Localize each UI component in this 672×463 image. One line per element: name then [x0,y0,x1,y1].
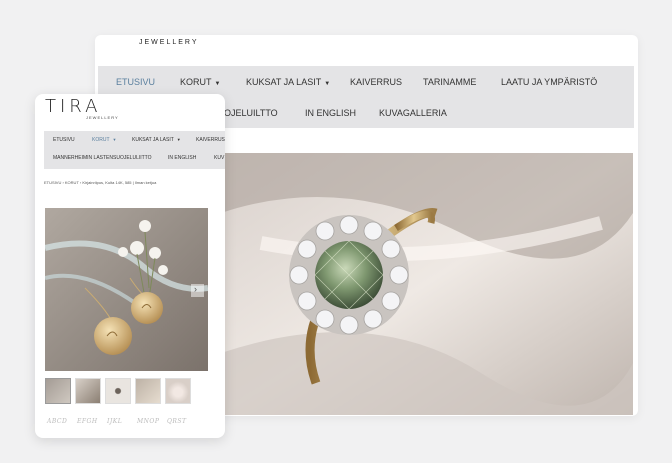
thumbnail[interactable] [45,378,71,404]
nav-item-laatu[interactable]: LAATU JA YMPÄRISTÖ [501,77,597,87]
logo-subtitle: JEWELLERY [86,115,119,120]
breadcrumb[interactable]: ETUSIVU › KORUT › Kirjainriipus, Kulta 1… [44,180,156,185]
engraving-sample: EFGH [77,418,98,425]
thumbnail[interactable] [135,378,161,404]
nav-item-kuksat[interactable]: KUKSAT JA LASIT ▼ [132,137,181,143]
hero-image-ring [221,153,633,415]
engraving-sample: MNOP [137,418,160,425]
nav-item-kuvagalleria[interactable]: KUVAGALLERIA [379,108,447,118]
nav-item-tarinamme[interactable]: TARINAMME [423,77,476,87]
chevron-down-icon: ▼ [214,81,221,87]
nav-item-in-english[interactable]: IN ENGLISH [305,108,356,118]
nav-item-kuvagalleria[interactable]: KUV [214,155,224,161]
mobile-window: TIRA JEWELLERY ETUSIVU KORUT ▼ KUKSAT JA … [35,94,225,438]
nav-item-kaiverrus[interactable]: KAIVERRUS [350,77,402,87]
logo[interactable]: TIRA [45,96,101,117]
thumbnail[interactable] [105,378,131,404]
nav-item-in-english[interactable]: IN ENGLISH [168,155,196,161]
engraving-sample: ABCD [47,418,68,425]
nav-item-korut[interactable]: KORUT ▼ [180,77,220,87]
nav-item-kuksat[interactable]: KUKSAT JA LASIT ▼ [246,77,330,87]
nav-item-kaiverrus[interactable]: KAIVERRUS [196,137,225,143]
nav-item-lastensuojeluliitto[interactable]: MANNERHEIMIN LASTENSUOJELULIITTO [53,155,152,161]
chevron-down-icon: ▼ [176,137,181,142]
brand-text: JEWELLERY [139,39,199,46]
engraving-sample: QRST [167,418,187,425]
thumbnail[interactable] [75,378,101,404]
chevron-right-icon[interactable]: › [194,284,197,294]
nav-item-etusivu[interactable]: ETUSIVU [116,77,155,87]
chevron-down-icon: ▼ [112,137,117,142]
nav-item-korut[interactable]: KORUT ▼ [92,137,116,143]
chevron-down-icon: ▼ [324,81,331,87]
nav-item-etusivu[interactable]: ETUSIVU [53,137,75,143]
thumbnail[interactable] [165,378,191,404]
nav-item-lastensuojeluliitto[interactable]: OJELUILTTO [224,108,278,118]
product-image-pendants[interactable]: › [45,208,208,371]
mobile-nav: ETUSIVU KORUT ▼ KUKSAT JA LASIT ▼ KAIVERRU… [44,131,225,169]
engraving-sample: IJKL [107,418,123,425]
